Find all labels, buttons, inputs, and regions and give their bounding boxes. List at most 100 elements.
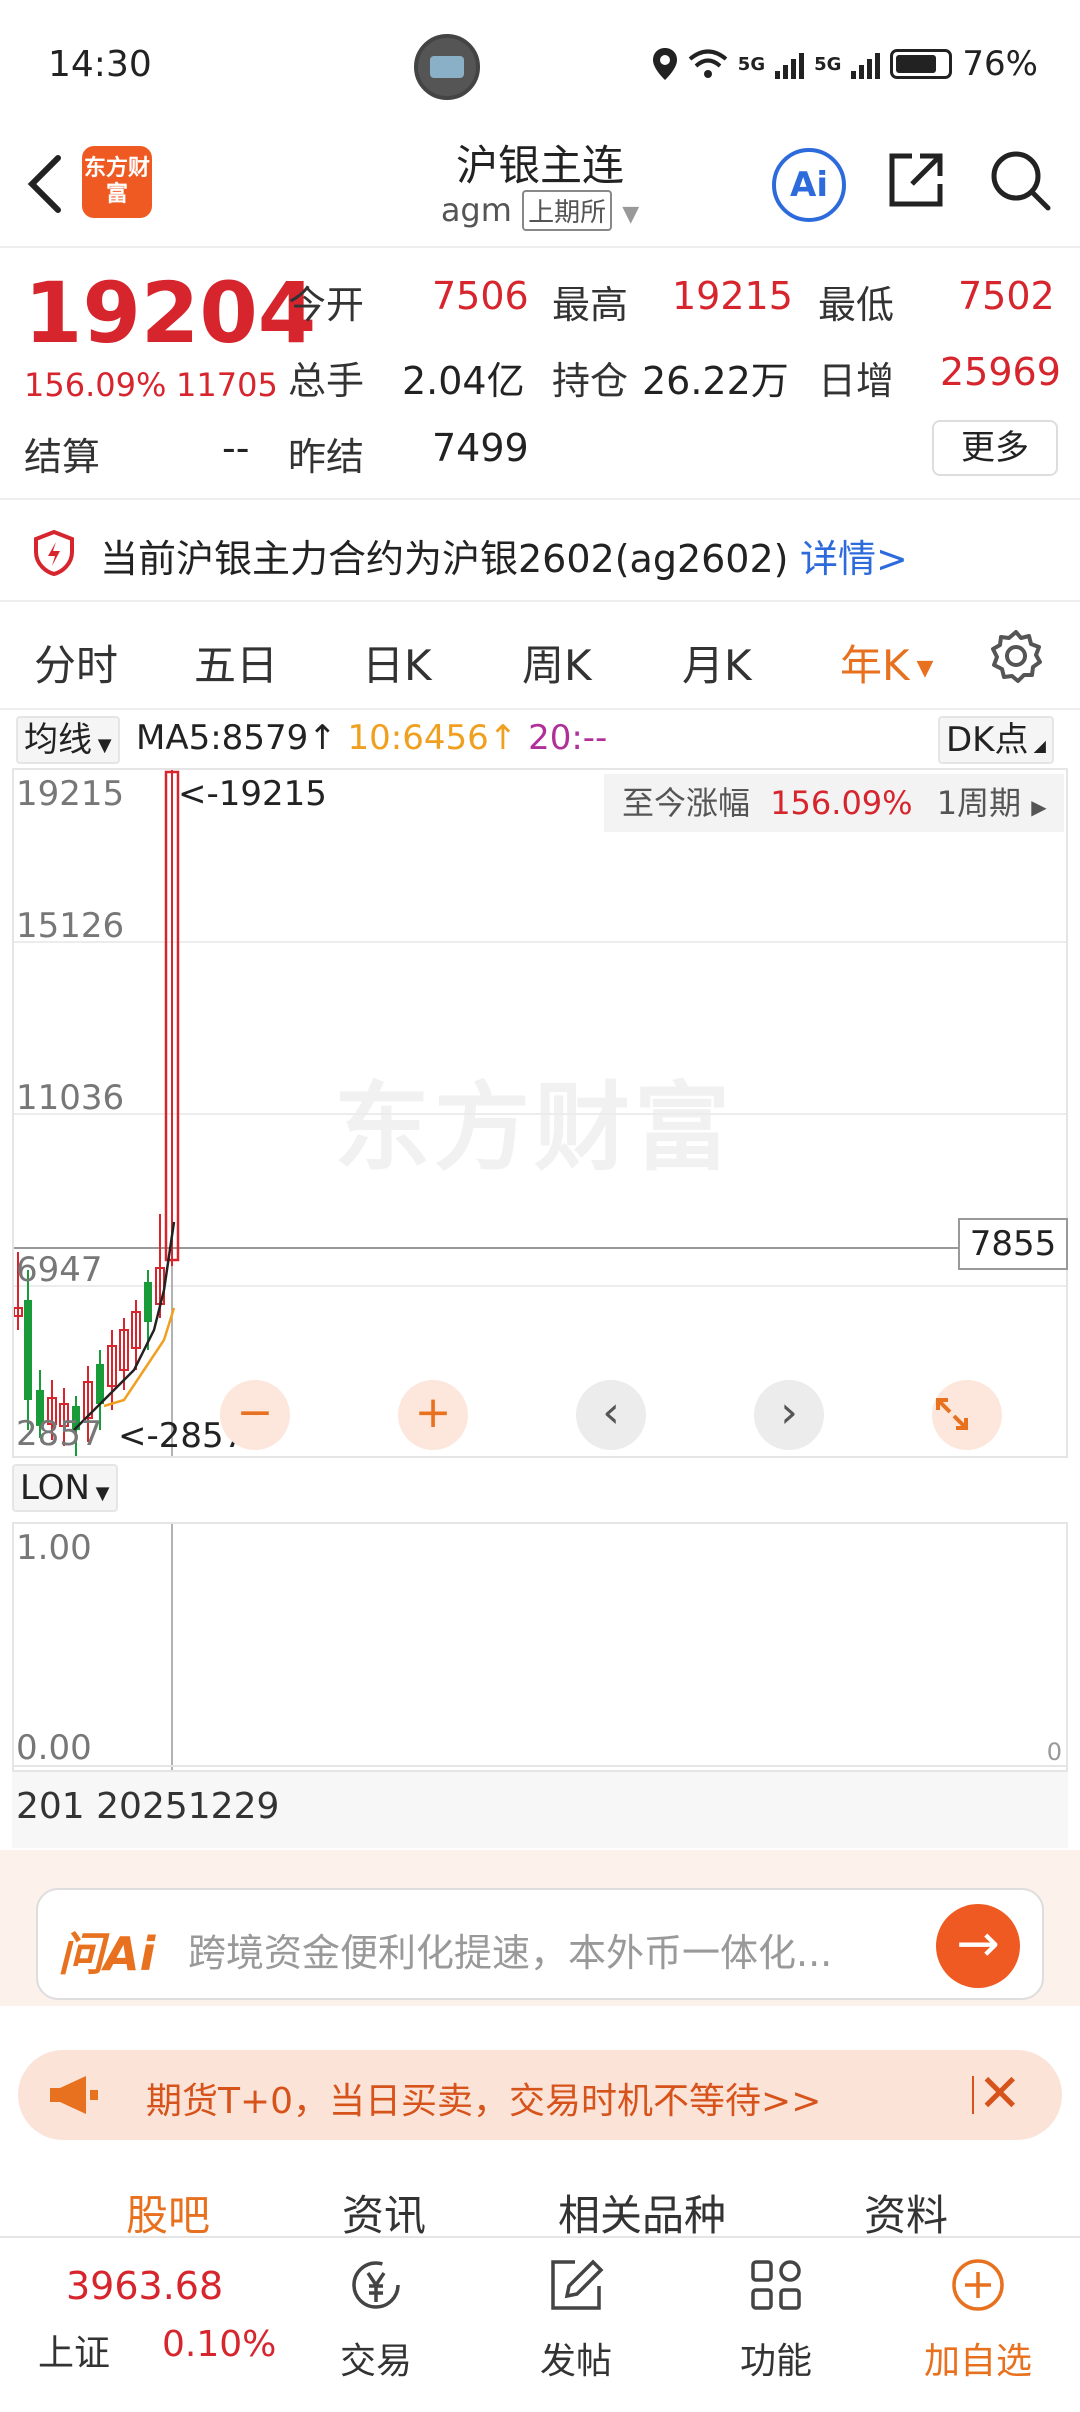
ma-selector-label: 均线 (24, 720, 92, 760)
daily-increase-label: 日增 (818, 359, 895, 403)
volume-label: 总手 (288, 359, 365, 403)
nav-add-watchlist-label: 加自选 (923, 2341, 1032, 2382)
scroll-right-button[interactable]: › (754, 1380, 824, 1450)
nav-functions[interactable]: 功能 (706, 2256, 846, 2384)
search-button[interactable] (988, 148, 1058, 218)
index-value: 3963.68 (66, 2264, 224, 2308)
ma-values: MA5:8579↑ 10:6456↑ 20:-- (136, 718, 607, 758)
tab-intraday[interactable]: 分时 (34, 632, 118, 693)
quote-panel: 19204 156.09% 11705 今开 7506 最高 19215 最低 … (0, 250, 1080, 496)
dk-point-selector[interactable]: DK点 ◢ (938, 716, 1054, 764)
high-label: 最高 (552, 283, 629, 327)
open-label: 今开 (288, 283, 365, 327)
ask-ai-placeholder: 跨境资金便利化提速，本外币一体化... (188, 1931, 833, 1975)
zoom-in-button[interactable]: + (398, 1380, 468, 1450)
tab-profile[interactable]: 资料 (864, 2182, 948, 2243)
zoom-out-button[interactable]: − (220, 1380, 290, 1450)
chevron-down-icon: ▼ (622, 202, 640, 227)
position-label: 持仓 (552, 359, 629, 403)
app-logo[interactable]: 东方财富 (82, 146, 152, 218)
ask-ai-input[interactable]: 问Ai 跨境资金便利化提速，本外币一体化... → (36, 1888, 1044, 2000)
more-button[interactable]: 更多 (932, 420, 1058, 476)
ma20-value: 20:-- (528, 718, 608, 758)
plus-icon: + (414, 1387, 452, 1438)
location-icon (652, 48, 677, 80)
nav-add-watchlist[interactable]: 加自选 (908, 2256, 1048, 2384)
settle-value: -- (222, 426, 250, 470)
tab-five-day[interactable]: 五日 (194, 632, 278, 693)
daily-increase-value: 25969 (940, 350, 1061, 394)
edit-icon (551, 2259, 604, 2310)
fullscreen-button[interactable] (932, 1380, 1002, 1450)
kline-canvas (14, 770, 1066, 1456)
share-icon (889, 153, 943, 207)
signal-icon (851, 49, 881, 79)
minus-icon: − (236, 1387, 274, 1438)
index-ticker[interactable]: 3963.68 上证 0.10% (0, 2238, 276, 2412)
index-change: 0.10% (162, 2324, 277, 2365)
range-change-label: 至今涨幅 (622, 784, 751, 822)
tab-yearly-k[interactable]: 年K ▼ (840, 632, 933, 693)
range-change-box[interactable]: 至今涨幅 156.09% 1周期 ▶ (604, 774, 1064, 832)
period-count: 1周期 (936, 784, 1022, 822)
ma5-value: MA5:8579↑ (136, 718, 337, 758)
share-button[interactable] (884, 148, 954, 218)
high-value: 19215 (672, 274, 793, 318)
indicator-bar: 均线 ▼ MA5:8579↑ 10:6456↑ 20:-- DK点 ◢ (0, 712, 1080, 768)
dk-point-label: DK点 (946, 720, 1029, 760)
battery-percent: 76% (962, 44, 1038, 84)
scroll-left-button[interactable]: ‹ (576, 1380, 646, 1450)
ma-selector[interactable]: 均线 ▼ (16, 716, 120, 764)
date-axis-label: 201 20251229 (16, 1786, 280, 1827)
megaphone-icon (50, 2076, 98, 2114)
back-button[interactable] (22, 152, 82, 222)
volume-value: 2.04亿 (402, 359, 525, 403)
tab-related[interactable]: 相关品种 (558, 2182, 726, 2243)
corner-caret-icon: ◢ (1028, 736, 1046, 755)
exchange-badge: 上期所 (522, 190, 613, 231)
ma10-value: 10:6456↑ (347, 718, 518, 758)
change-percent: 156.09% (24, 366, 167, 404)
tab-weekly-k[interactable]: 周K (522, 632, 592, 693)
ask-ai-section: 问Ai 跨境资金便利化提速，本外币一体化... → (0, 1850, 1080, 2006)
caret-down-icon: ▼ (89, 1483, 110, 1504)
ask-ai-logo: 问Ai (58, 1927, 156, 1981)
expand-icon (936, 1398, 968, 1430)
promo-divider (972, 2076, 974, 2114)
nav-post[interactable]: 发帖 (506, 2256, 646, 2384)
network-label-2: 5G (814, 53, 842, 75)
kline-chart[interactable]: 东方财富 19215 15126 11036 6947 2857 <-19215… (12, 768, 1068, 1458)
section-tabs: 股吧 资讯 相关品种 资料 (0, 2160, 1080, 2240)
contract-code: agm (440, 191, 512, 229)
index-name: 上证 (38, 2333, 111, 2374)
contract-notice[interactable]: 当前沪银主力合约为沪银2602(ag2602) 详情> (0, 498, 1080, 602)
promo-banner[interactable]: 期货T+0，当日买卖，交易时机不等待>> ✕ (18, 2050, 1062, 2140)
sub-y-tick-min: 0.00 (16, 1728, 92, 1768)
tab-news[interactable]: 资讯 (342, 2182, 426, 2243)
sub-indicator-chart[interactable]: 1.00 0.00 0 (12, 1522, 1068, 1772)
caret-down-icon: ▼ (909, 656, 934, 681)
plus-circle-icon (952, 2259, 1004, 2311)
sub-indicator-selector[interactable]: LON ▼ (12, 1464, 118, 1512)
ai-button[interactable]: Ai (772, 148, 846, 222)
back-arrow-icon (27, 155, 61, 213)
caret-right-icon: ▶ (1031, 795, 1047, 819)
contract-subtitle[interactable]: agm 上期所 ▼ (340, 190, 740, 231)
settle-label: 结算 (24, 435, 101, 479)
header: 东方财富 沪银主连 agm 上期所 ▼ Ai (0, 130, 1080, 248)
tab-monthly-k[interactable]: 月K (682, 632, 752, 693)
nav-trade[interactable]: 交易 (306, 2256, 446, 2384)
gear-icon[interactable] (988, 628, 1044, 684)
y-tick-min: 2857 (16, 1414, 103, 1454)
status-app-avatar (414, 34, 480, 100)
nav-trade-label: 交易 (339, 2341, 412, 2382)
arrow-right-icon: → (956, 1914, 1000, 1974)
promo-text: 期货T+0，当日买卖，交易时机不等待>> (146, 2081, 822, 2122)
ask-ai-submit-button[interactable]: → (936, 1904, 1020, 1988)
close-icon[interactable]: ✕ (978, 2064, 1022, 2124)
tab-daily-k[interactable]: 日K (362, 632, 432, 693)
tab-forum[interactable]: 股吧 (126, 2182, 210, 2243)
wifi-icon (688, 49, 728, 78)
notice-details-link[interactable]: 详情> (800, 528, 908, 583)
notice-text: 当前沪银主力合约为沪银2602(ag2602) (100, 537, 789, 581)
